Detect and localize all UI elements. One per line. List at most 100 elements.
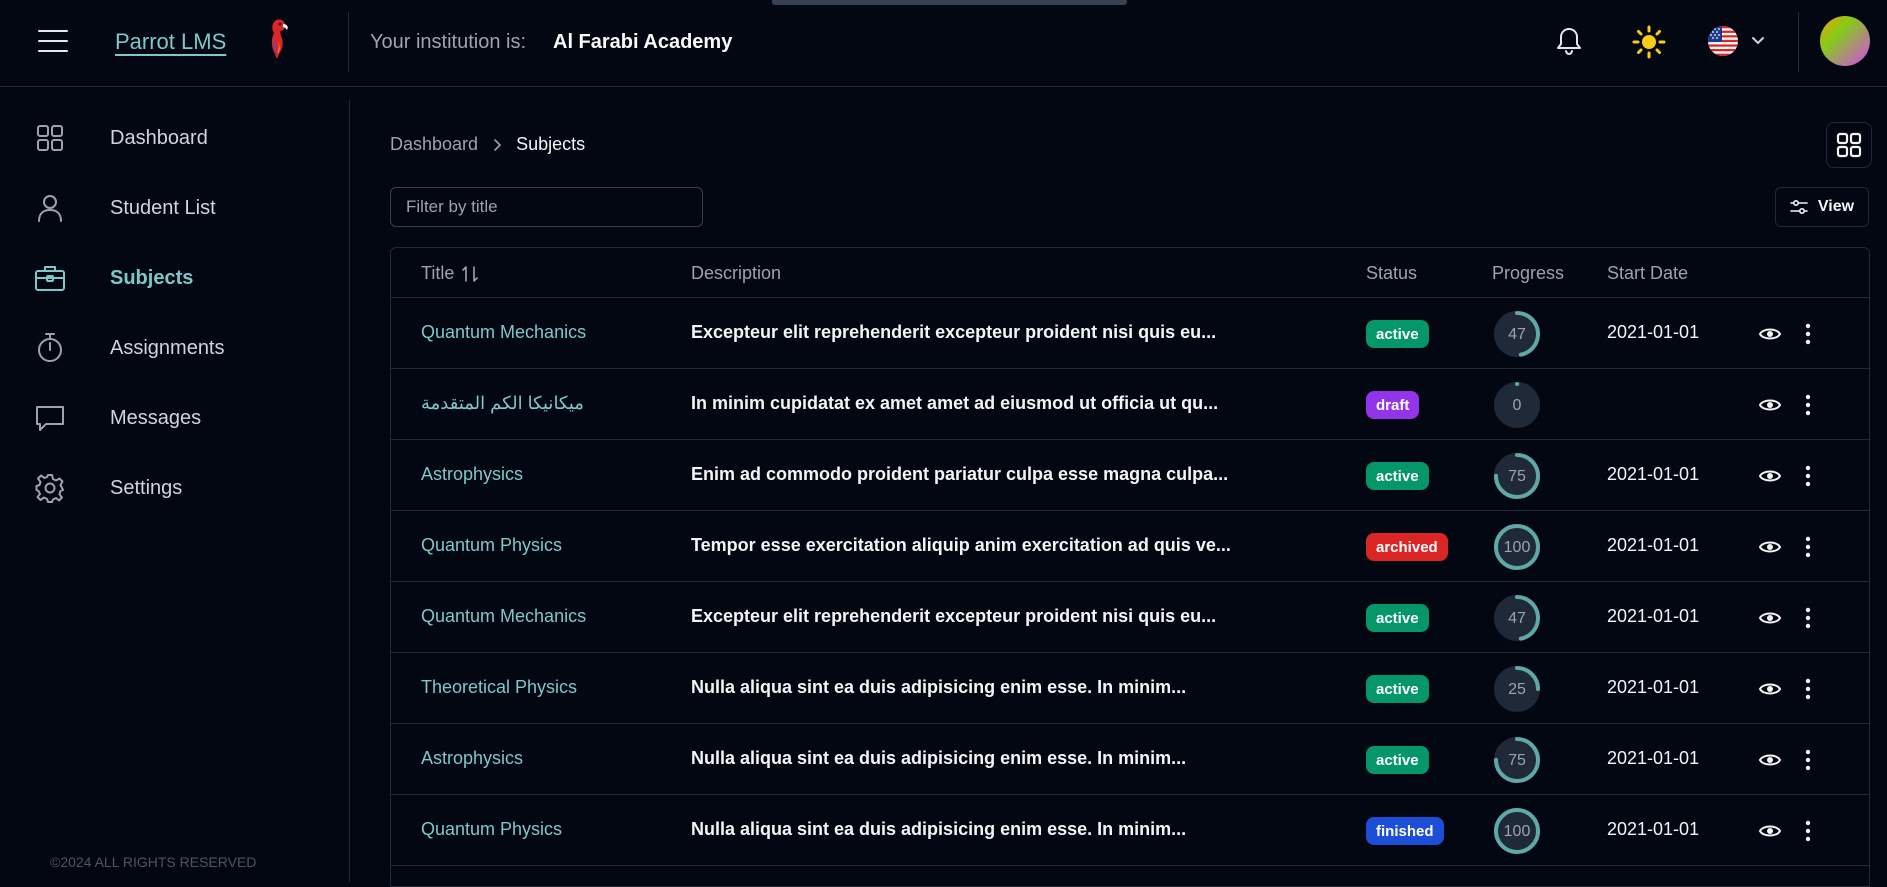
subject-title-link[interactable]: Quantum Mechanics bbox=[421, 322, 586, 343]
sidebar-item-label: Assignments bbox=[110, 336, 225, 359]
column-header-label: Title bbox=[421, 263, 455, 283]
eye-icon[interactable] bbox=[1758, 322, 1782, 346]
status-badge: active bbox=[1366, 604, 1429, 632]
progress-ring: 100 bbox=[1494, 808, 1540, 854]
filter-title-input[interactable] bbox=[390, 187, 703, 227]
view-options-button[interactable]: View bbox=[1775, 187, 1869, 227]
more-options-icon[interactable] bbox=[1798, 676, 1818, 702]
eye-icon[interactable] bbox=[1758, 464, 1782, 488]
topbar-divider bbox=[348, 12, 349, 72]
sidebar-item-dashboard[interactable]: Dashboard bbox=[30, 116, 330, 160]
view-button-label: View bbox=[1817, 198, 1855, 215]
avatar[interactable] bbox=[1820, 16, 1870, 66]
sidebar-item-student-list[interactable]: Student List bbox=[30, 186, 330, 230]
eye-icon[interactable] bbox=[1758, 677, 1782, 701]
table-row: Astrophysics Enim ad commodo proident par… bbox=[391, 440, 1869, 511]
progress-ring: 100 bbox=[1494, 524, 1540, 570]
subject-title-link[interactable]: Quantum Physics bbox=[421, 535, 562, 556]
progress-value: 100 bbox=[1504, 823, 1531, 840]
us-flag-icon[interactable] bbox=[1708, 26, 1738, 56]
more-options-icon[interactable] bbox=[1798, 747, 1818, 773]
bell-icon[interactable] bbox=[1555, 26, 1583, 56]
stopwatch-icon bbox=[30, 330, 70, 366]
subject-description: Enim ad commodo proident pariatur culpa … bbox=[691, 464, 1229, 484]
progress-ring: 25 bbox=[1494, 666, 1540, 712]
chevron-right-icon bbox=[494, 138, 502, 151]
column-header-progress: Progress bbox=[1492, 263, 1565, 283]
status-badge: active bbox=[1366, 675, 1429, 703]
progress-value: 47 bbox=[1508, 610, 1526, 627]
status-badge: active bbox=[1366, 320, 1429, 348]
institution-name: Al Farabi Academy bbox=[553, 31, 733, 53]
column-header-title[interactable]: Title bbox=[421, 263, 479, 284]
eye-icon[interactable] bbox=[1758, 535, 1782, 559]
start-date: 2021-01-01 bbox=[1607, 322, 1700, 342]
subject-title-link[interactable]: Quantum Mechanics bbox=[421, 606, 586, 627]
chevron-down-icon[interactable] bbox=[1750, 34, 1766, 46]
more-options-icon[interactable] bbox=[1798, 392, 1818, 418]
more-options-icon[interactable] bbox=[1798, 321, 1818, 347]
sidebar-item-settings[interactable]: Settings bbox=[30, 466, 330, 510]
more-options-icon[interactable] bbox=[1798, 463, 1818, 489]
start-date: 2021-01-01 bbox=[1607, 819, 1700, 839]
eye-icon[interactable] bbox=[1758, 819, 1782, 843]
progress-value: 100 bbox=[1504, 539, 1531, 556]
subject-title-link[interactable]: Theoretical Physics bbox=[421, 677, 577, 698]
table-row: Quantum Mechanics Excepteur elit reprehen… bbox=[391, 298, 1869, 369]
eye-icon[interactable] bbox=[1758, 393, 1782, 417]
subject-title-link[interactable]: Astrophysics bbox=[421, 748, 523, 769]
table-row: Astrophysics Nulla aliqua sint ea duis ad… bbox=[391, 724, 1869, 795]
progress-ring: 75 bbox=[1494, 737, 1540, 783]
sidebar-item-assignments[interactable]: Assignments bbox=[30, 326, 330, 370]
status-badge: finished bbox=[1366, 817, 1444, 845]
institution-label: Your institution is: bbox=[370, 31, 527, 53]
column-header-description: Description bbox=[691, 263, 782, 283]
sun-icon[interactable] bbox=[1632, 25, 1666, 59]
table-row: Quantum Physics Tempor esse exercitation … bbox=[391, 511, 1869, 582]
progress-value: 75 bbox=[1508, 752, 1526, 769]
eye-icon[interactable] bbox=[1758, 606, 1782, 630]
subject-description: Excepteur elit reprehenderit excepteur p… bbox=[691, 322, 1217, 342]
breadcrumb-current: Subjects bbox=[516, 134, 586, 154]
table-row: ميكانيكا الكم المتقدمة In minim cupidatat… bbox=[391, 369, 1869, 440]
progress-value: 25 bbox=[1508, 681, 1526, 698]
table-row: Quantum Physics Nulla aliqua sint ea duis… bbox=[391, 795, 1869, 866]
eye-icon[interactable] bbox=[1758, 748, 1782, 772]
table-header: Title Description Status Progress Start … bbox=[391, 248, 1869, 298]
status-badge: draft bbox=[1366, 391, 1420, 419]
brand-link[interactable]: Parrot LMS bbox=[115, 29, 226, 55]
status-badge: active bbox=[1366, 462, 1429, 490]
breadcrumb-dashboard-link[interactable]: Dashboard bbox=[390, 134, 478, 155]
subject-description: Tempor esse exercitation aliquip anim ex… bbox=[691, 535, 1231, 555]
sidebar-item-subjects[interactable]: Subjects bbox=[30, 256, 330, 300]
subject-title-link[interactable]: Quantum Physics bbox=[421, 819, 562, 840]
hamburger-menu-icon[interactable] bbox=[38, 30, 68, 52]
more-options-icon[interactable] bbox=[1798, 534, 1818, 560]
more-options-icon[interactable] bbox=[1798, 605, 1818, 631]
layout-toggle-button[interactable] bbox=[1826, 122, 1872, 168]
sidebar-item-label: Settings bbox=[110, 476, 183, 499]
progress-ring: 47 bbox=[1494, 595, 1540, 641]
progress-ring: 75 bbox=[1494, 453, 1540, 499]
user-icon bbox=[30, 190, 70, 226]
sidebar-item-messages[interactable]: Messages bbox=[30, 396, 330, 440]
progress-ring: 47 bbox=[1494, 311, 1540, 357]
top-scrollbar[interactable] bbox=[772, 0, 1127, 5]
subject-description: Excepteur elit reprehenderit excepteur p… bbox=[691, 606, 1217, 626]
more-options-icon[interactable] bbox=[1798, 818, 1818, 844]
subjects-table: Title Description Status Progress Start … bbox=[390, 247, 1870, 887]
sort-icon[interactable] bbox=[462, 265, 479, 283]
briefcase-icon bbox=[30, 260, 70, 296]
sidebar-item-label: Dashboard bbox=[110, 126, 208, 149]
subject-description: Nulla aliqua sint ea duis adipisicing en… bbox=[691, 677, 1187, 697]
progress-value: 0 bbox=[1513, 397, 1522, 414]
subject-title-link[interactable]: ميكانيكا الكم المتقدمة bbox=[421, 393, 584, 414]
start-date: 2021-01-01 bbox=[1607, 748, 1700, 768]
sidebar-item-label: Subjects bbox=[110, 266, 194, 289]
subject-description: Nulla aliqua sint ea duis adipisicing en… bbox=[691, 748, 1187, 768]
table-row: Quantum Mechanics Excepteur elit reprehen… bbox=[391, 582, 1869, 653]
gear-icon bbox=[30, 470, 70, 506]
grid-icon bbox=[30, 120, 70, 156]
subject-title-link[interactable]: Astrophysics bbox=[421, 464, 523, 485]
sidebar-item-label: Messages bbox=[110, 406, 202, 429]
